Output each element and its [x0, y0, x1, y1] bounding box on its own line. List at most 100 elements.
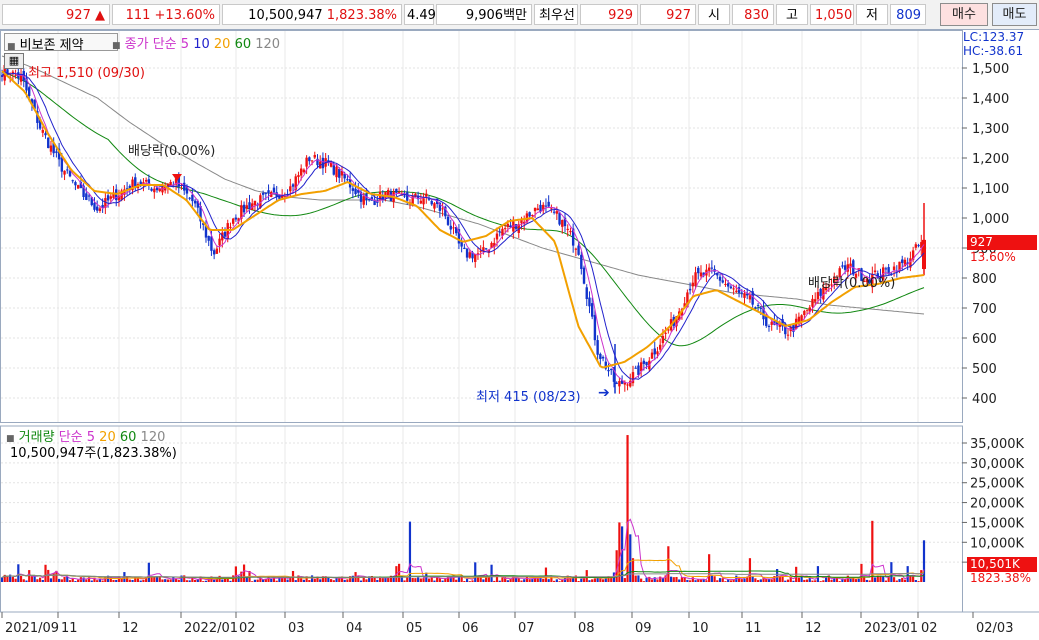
volume-bar	[433, 580, 436, 582]
volume-bar	[294, 580, 297, 582]
change-value: 111	[125, 8, 151, 23]
candle-body	[588, 297, 591, 307]
candle-body	[544, 205, 548, 207]
x-tick-label: 08	[578, 621, 595, 636]
candle-body	[770, 321, 773, 325]
volume-bar	[120, 578, 123, 582]
high-price: 1,050	[810, 4, 854, 25]
volume-bar	[58, 578, 61, 582]
candle-body	[561, 219, 564, 227]
candle-body	[724, 283, 727, 285]
ma-legend: ■ 종가 단순 5 10 20 60 120	[112, 33, 280, 52]
open-label: 시	[698, 4, 730, 25]
candle-body	[756, 305, 760, 307]
volume-bar	[909, 576, 912, 582]
candle-body	[803, 310, 806, 316]
volume-bar	[365, 579, 368, 582]
volume-bar	[251, 581, 254, 582]
volume-bar	[656, 579, 659, 582]
volume-bar	[47, 569, 50, 582]
candle-body	[346, 179, 349, 181]
candle-body	[449, 225, 452, 230]
candle-body	[626, 384, 629, 386]
candle-body	[419, 200, 423, 204]
stock-chart[interactable]: 1,5001,4001,3001,2001,1001,0009008007006…	[0, 30, 1039, 640]
volume-bar	[814, 580, 817, 582]
best-bid: 927	[640, 4, 696, 25]
dividend-note-2: 배당락(0.00%)	[808, 276, 896, 291]
volume-bar	[202, 581, 205, 582]
volume-bar	[702, 579, 705, 582]
volume-bar	[884, 580, 888, 582]
volume-ma5-line	[1, 518, 925, 581]
candle-body	[310, 160, 314, 162]
candle-body	[66, 169, 69, 171]
candle-body	[215, 248, 219, 254]
candle-body	[484, 248, 488, 250]
volume-bar	[544, 567, 548, 582]
volume-bar	[194, 579, 197, 582]
candle-body	[814, 299, 817, 302]
x-tick-label: 02	[239, 621, 256, 636]
candle-body	[212, 250, 216, 255]
candle-body	[577, 245, 580, 255]
up-arrow-icon: ▲	[95, 8, 105, 23]
volume-bar	[631, 558, 635, 582]
volume-bar	[528, 579, 531, 582]
volume-bar	[800, 576, 803, 582]
volume-bar	[270, 578, 273, 582]
buy-button[interactable]: 매수	[940, 3, 988, 26]
volume-bar	[0, 577, 4, 582]
candle-body	[98, 208, 102, 211]
sell-button[interactable]: 매도	[992, 3, 1037, 26]
volume-bar	[830, 579, 833, 582]
candle-body	[446, 216, 450, 225]
candle-body	[87, 195, 91, 197]
volume-bar	[873, 577, 877, 582]
volume-bar	[455, 579, 458, 582]
volume-bar	[835, 578, 839, 582]
volume-bar	[463, 581, 466, 582]
candle-body	[732, 288, 735, 290]
candle-body	[430, 200, 433, 205]
volume-bar	[96, 580, 99, 582]
candle-body	[536, 208, 539, 211]
volume-bar	[411, 578, 414, 582]
candle-body	[615, 382, 618, 384]
volume-bar	[623, 578, 626, 582]
candle-body	[313, 154, 316, 158]
candle-body	[144, 179, 148, 182]
volume-bar	[585, 570, 588, 582]
candle-body	[618, 381, 621, 387]
candle-body	[229, 226, 232, 228]
candle-body	[514, 224, 518, 229]
volume-bar	[357, 575, 360, 582]
volume-bar	[465, 578, 469, 582]
candle-body	[531, 215, 534, 217]
volume-bar	[759, 579, 762, 582]
candle-body	[901, 259, 904, 264]
candle-body	[302, 169, 306, 173]
preserve-label: 비보존 제약	[19, 38, 84, 53]
volume-rate: 1,823.38%	[326, 8, 397, 23]
high-note: 최고 1,510 (09/30)	[28, 66, 146, 81]
candle-body	[658, 344, 662, 350]
volume-bar	[705, 580, 708, 582]
volume-bar	[166, 579, 170, 582]
grid-icon[interactable]: ▦	[4, 53, 24, 69]
preserve-toggle[interactable]: ■ 비보존 제약	[4, 33, 118, 53]
volume-bar	[629, 534, 632, 582]
x-tick-label: 12	[805, 621, 822, 636]
volume-bar	[520, 580, 523, 582]
volume-bar	[52, 572, 55, 582]
volume-bar	[914, 579, 917, 582]
x-tick-label: 02/03	[976, 621, 1013, 636]
candle-body	[797, 316, 801, 323]
volume-bar	[381, 578, 384, 582]
volume-bar	[593, 578, 597, 582]
volume-bar	[242, 564, 246, 582]
volume-bar	[784, 580, 787, 582]
price-change: 111 +13.60%	[112, 4, 220, 25]
chart-frame	[0, 30, 1039, 613]
candle-body	[425, 193, 428, 197]
